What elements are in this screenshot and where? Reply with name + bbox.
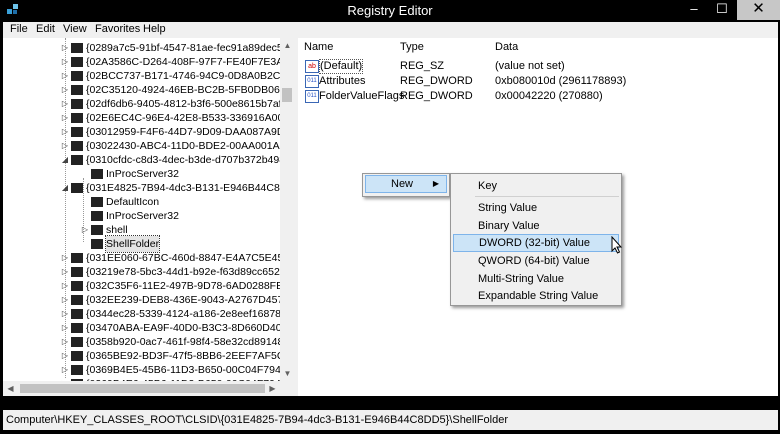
key-tree-pane[interactable]: ▷ {0289a7c5-91bf-4547-81ae-fec91a89dec5} ▷… xyxy=(3,38,309,396)
value-type: REG_DWORD xyxy=(400,90,473,102)
folder-icon xyxy=(91,211,103,221)
menu-separator xyxy=(475,196,619,197)
folder-icon xyxy=(71,71,83,81)
menu-item-new-multi-string-value[interactable]: Multi-String Value xyxy=(453,270,619,288)
folder-icon xyxy=(71,183,83,193)
value-data: (value not set) xyxy=(495,60,565,72)
submenu-arrow-icon: ▶ xyxy=(432,179,439,188)
folder-icon xyxy=(71,323,83,333)
menu-bar: File Edit View Favorites Help xyxy=(3,22,778,38)
column-header-data[interactable]: Data xyxy=(495,41,518,53)
folder-icon xyxy=(71,85,83,95)
value-name: FolderValueFlags xyxy=(319,90,405,102)
menu-item-new-label: New xyxy=(391,178,414,190)
menu-item-new-expandable-string-value[interactable]: Expandable String Value xyxy=(453,287,619,305)
folder-icon xyxy=(71,309,83,319)
folder-icon xyxy=(71,141,83,151)
binary-value-icon: 011 xyxy=(305,75,319,88)
scroll-right-arrow-icon[interactable]: ▶ xyxy=(265,381,280,396)
close-button[interactable]: ✕ xyxy=(737,0,780,20)
value-row[interactable]: 011 FolderValueFlags REG_DWORD 0x00042220 (… xyxy=(298,88,758,104)
value-data: 0xb080010d (2961178893) xyxy=(495,75,627,87)
menu-item-new-string-value[interactable]: String Value xyxy=(453,199,619,217)
menu-favorites[interactable]: Favorites xyxy=(95,23,140,35)
mouse-pointer-icon xyxy=(611,236,623,254)
value-name: (Default) xyxy=(319,59,364,74)
folder-icon xyxy=(91,169,103,179)
menu-item-new[interactable]: New ▶ xyxy=(365,175,447,193)
value-type: REG_DWORD xyxy=(400,75,473,87)
folder-icon xyxy=(71,351,83,361)
folder-icon xyxy=(91,225,103,235)
value-name: Attributes xyxy=(319,75,366,87)
folder-icon xyxy=(91,197,103,207)
column-header-type[interactable]: Type xyxy=(400,41,424,53)
minimize-button[interactable]: – xyxy=(680,0,708,20)
hscroll-thumb[interactable] xyxy=(20,384,265,393)
folder-icon xyxy=(71,99,83,109)
folder-icon xyxy=(71,337,83,347)
folder-icon xyxy=(71,281,83,291)
column-header-name[interactable]: Name xyxy=(304,41,333,53)
menu-help[interactable]: Help xyxy=(143,23,166,35)
menu-item-new-key[interactable]: Key xyxy=(453,177,619,195)
string-value-icon: ab xyxy=(305,60,319,73)
binary-value-icon: 011 xyxy=(305,90,319,103)
folder-icon xyxy=(91,239,103,249)
menu-item-new-qword-value[interactable]: QWORD (64-bit) Value xyxy=(453,252,619,270)
folder-icon xyxy=(71,267,83,277)
status-bar-path: Computer\HKEY_CLASSES_ROOT\CLSID\{031E48… xyxy=(3,410,778,430)
menu-view[interactable]: View xyxy=(63,23,87,35)
folder-icon xyxy=(71,113,83,123)
folder-icon xyxy=(71,295,83,305)
value-data: 0x00042220 (270880) xyxy=(495,90,603,102)
maximize-button[interactable]: ☐ xyxy=(708,0,736,20)
folder-icon xyxy=(71,57,83,67)
scroll-left-arrow-icon[interactable]: ◀ xyxy=(3,381,18,396)
title-bar: Registry Editor – ☐ ✕ xyxy=(0,0,780,22)
menu-edit[interactable]: Edit xyxy=(36,23,55,35)
value-row[interactable]: 011 Attributes REG_DWORD 0xb080010d (296117… xyxy=(298,73,758,89)
scroll-down-arrow-icon[interactable]: ▼ xyxy=(280,366,295,381)
folder-icon xyxy=(71,253,83,263)
folder-icon xyxy=(71,127,83,137)
tree-horizontal-scrollbar[interactable]: ◀ ▶ xyxy=(3,381,280,396)
menu-item-new-dword-value[interactable]: DWORD (32-bit) Value xyxy=(453,234,619,252)
window-title: Registry Editor xyxy=(347,3,433,18)
folder-icon xyxy=(71,365,83,375)
scroll-up-arrow-icon[interactable]: ▲ xyxy=(280,38,295,53)
menu-file[interactable]: File xyxy=(10,23,28,35)
folder-icon xyxy=(71,43,83,53)
menu-item-new-binary-value[interactable]: Binary Value xyxy=(453,217,619,235)
tree-vertical-scrollbar[interactable]: ▲ ▼ xyxy=(280,38,295,396)
value-row[interactable]: ab (Default) REG_SZ (value not set) xyxy=(298,58,758,74)
scroll-thumb[interactable] xyxy=(282,88,292,102)
new-submenu: Key String Value Binary Value DWORD (32-bit… xyxy=(450,173,622,306)
value-type: REG_SZ xyxy=(400,60,445,72)
context-menu: New ▶ xyxy=(362,173,450,197)
folder-icon xyxy=(71,155,83,165)
